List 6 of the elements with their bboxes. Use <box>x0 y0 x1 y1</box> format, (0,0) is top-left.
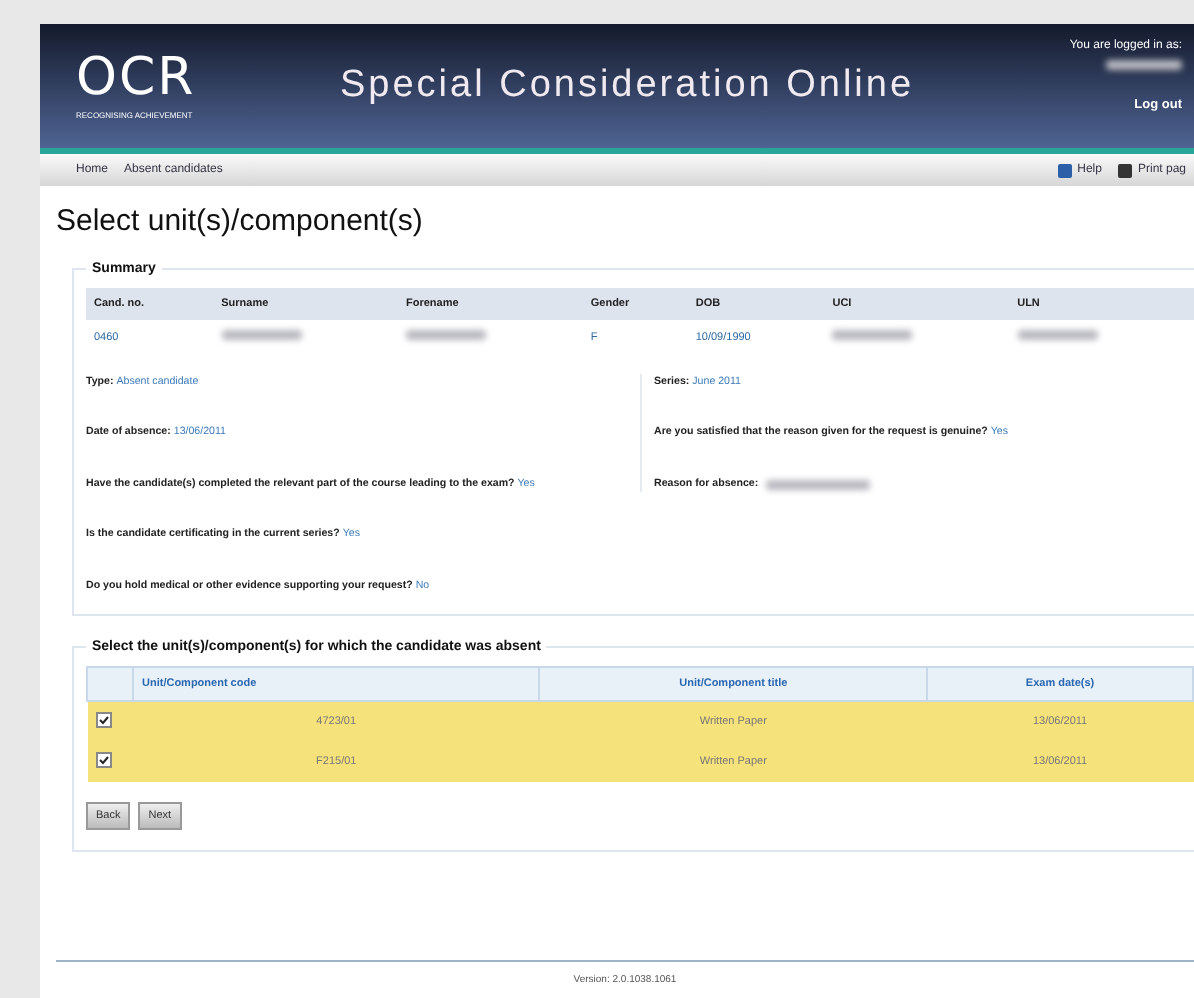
checkbox[interactable] <box>95 712 111 729</box>
page-title: Select unit(s)/component(s) <box>56 204 425 238</box>
redacted-text <box>1106 60 1182 70</box>
checkbox[interactable] <box>95 752 111 769</box>
site-title: Special Consideration Online <box>340 64 917 108</box>
logo: OCR <box>76 52 198 104</box>
